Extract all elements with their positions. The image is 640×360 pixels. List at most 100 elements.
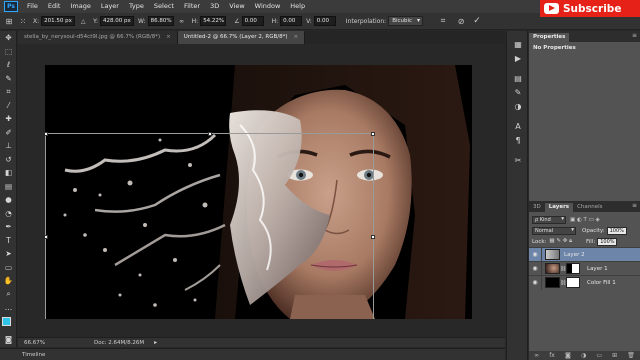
pen-tool-icon[interactable]: ✒ [0,220,17,234]
transform-handle[interactable] [371,132,375,136]
tab-channels[interactable]: Channels [573,203,606,212]
menu-image[interactable]: Image [65,0,95,13]
blur-tool-icon[interactable]: ● [0,193,17,207]
commit-icon[interactable]: ✓ [471,15,483,27]
layer-name[interactable]: Color Fill 1 [587,280,616,286]
canvas-area[interactable] [18,44,505,337]
crop-tool-icon[interactable]: ⌗ [0,85,17,99]
panel-menu-icon[interactable]: ≡ [632,32,637,39]
cancel-icon[interactable]: ⊘ [455,15,467,27]
zoom-tool-icon[interactable]: ⌕ [0,288,17,302]
doc-size[interactable]: Doc: 2.64M/8.26M [94,340,144,346]
layer-row-layer-1[interactable]: ◉ ⛓ Layer 1 [529,261,640,276]
dodge-tool-icon[interactable]: ◔ [0,207,17,221]
hskew-field[interactable]: 0.00 [280,16,303,26]
eraser-tool-icon[interactable]: ◧ [0,166,17,180]
move-tool-icon[interactable]: ✥ [0,31,17,45]
gradient-tool-icon[interactable]: ▤ [0,180,17,194]
type-tool-icon[interactable]: T [0,234,17,248]
tool-presets-icon[interactable]: ✂ [507,153,529,167]
color-swatches[interactable] [0,315,17,333]
menu-edit[interactable]: Edit [43,0,66,13]
status-arrow-icon[interactable]: ▸ [154,339,157,346]
layer-name[interactable]: Layer 2 [564,252,585,258]
trash-icon[interactable]: 🗑︎ [627,352,635,359]
zoom-level[interactable]: 66.67% [24,340,64,346]
relative-position-icon[interactable]: △ [77,15,89,27]
paragraph-panel-icon[interactable]: ¶ [507,133,529,147]
hand-tool-icon[interactable]: ✋ [0,274,17,288]
tab-3d[interactable]: 3D [529,203,545,212]
layer-mask-thumbnail[interactable] [566,263,580,274]
opacity-field[interactable]: 100% [606,226,627,235]
character-panel-icon[interactable]: A [507,119,529,133]
path-selection-tool-icon[interactable]: ➤ [0,247,17,261]
marquee-tool-icon[interactable]: ⬚ [0,45,17,59]
document-canvas[interactable] [45,65,472,319]
eye-icon[interactable]: ◉ [529,261,542,276]
rotate-field[interactable]: 0.00 [241,16,264,26]
menu-window[interactable]: Window [250,0,286,13]
free-transform-bounding-box[interactable] [45,132,375,319]
quick-select-tool-icon[interactable]: ✎ [0,72,17,86]
x-field[interactable]: 201.50 px [41,16,76,26]
transform-handle[interactable] [371,235,375,239]
menu-filter[interactable]: Filter [179,0,205,13]
fill-field[interactable]: 100% [597,237,618,246]
quick-mask-icon[interactable]: ◙ [0,333,17,347]
menu-layer[interactable]: Layer [96,0,124,13]
lasso-tool-icon[interactable]: ℓ [0,58,17,72]
more-tools-icon[interactable]: … [0,301,17,315]
blend-mode-select[interactable]: Normal [532,226,576,235]
fx-icon[interactable]: fx [549,352,555,359]
healing-brush-tool-icon[interactable]: ✚ [0,112,17,126]
menu-help[interactable]: Help [285,0,310,13]
new-layer-icon[interactable]: ⊞ [612,352,617,359]
y-field[interactable]: 428.00 px [100,16,135,26]
eye-icon[interactable]: ◉ [529,275,542,290]
lock-icons[interactable]: ▦ ✎ ✥ 🔒︎ [549,238,572,245]
close-icon[interactable]: × [166,34,171,40]
link-icon[interactable]: ∞ [534,352,539,359]
close-icon[interactable]: × [294,34,299,40]
layer-row-layer-2[interactable]: ◉ Layer 2 [529,247,640,262]
clone-stamp-tool-icon[interactable]: ⊥ [0,139,17,153]
shape-tool-icon[interactable]: ▭ [0,261,17,275]
timeline-label[interactable]: Timeline [22,352,45,358]
mask-icon[interactable]: ◙ [565,352,571,359]
foreground-color-swatch[interactable] [2,316,11,326]
w-field[interactable]: 86.80% [147,16,174,26]
filter-kind-select[interactable]: ρ Kind [532,215,566,224]
layer-name[interactable]: Layer 1 [587,266,608,272]
menu-3d[interactable]: 3D [205,0,224,13]
tab-untitled-2[interactable]: Untitled-2 @ 66.7% (Layer 2, RGB/8*) × [177,31,306,44]
tab-properties[interactable]: Properties [529,33,570,42]
layer-mask-thumbnail[interactable] [566,277,580,288]
vskew-field[interactable]: 0.00 [313,16,336,26]
history-brush-tool-icon[interactable]: ↺ [0,153,17,167]
h-field[interactable]: 54.22% [200,16,227,26]
menu-view[interactable]: View [224,0,249,13]
tab-layers[interactable]: Layers [544,203,574,212]
transform-handle[interactable] [45,132,48,136]
adjustments-panel-icon[interactable]: ◑ [507,99,529,113]
filter-icons[interactable]: ▣ ◐ T ▭ ◈ [570,217,600,223]
brush-panel-icon[interactable]: ✎ [507,85,529,99]
transform-handle[interactable] [208,132,212,136]
brush-tool-icon[interactable]: ✐ [0,126,17,140]
link-icon[interactable]: ∞ [176,15,188,27]
timeline-bar[interactable]: Timeline [0,348,505,360]
swatches-panel-icon[interactable]: ▤ [507,71,529,85]
folder-icon[interactable]: ▭ [596,352,602,359]
actions-panel-icon[interactable]: ▶ [507,51,529,65]
layer-row-color-fill-1[interactable]: ◉ ⛓ Color Fill 1 [529,275,640,290]
adjustment-icon[interactable]: ◑ [581,352,586,359]
eyedropper-tool-icon[interactable]: ⁄ [0,99,17,113]
menu-file[interactable]: File [22,0,43,13]
menu-select[interactable]: Select [149,0,179,13]
history-panel-icon[interactable]: ▦ [507,37,529,51]
eye-icon[interactable]: ◉ [529,247,542,262]
panel-menu-icon[interactable]: ≡ [632,202,637,209]
interpolation-select[interactable]: Bicubic [388,16,424,26]
menu-type[interactable]: Type [124,0,149,13]
